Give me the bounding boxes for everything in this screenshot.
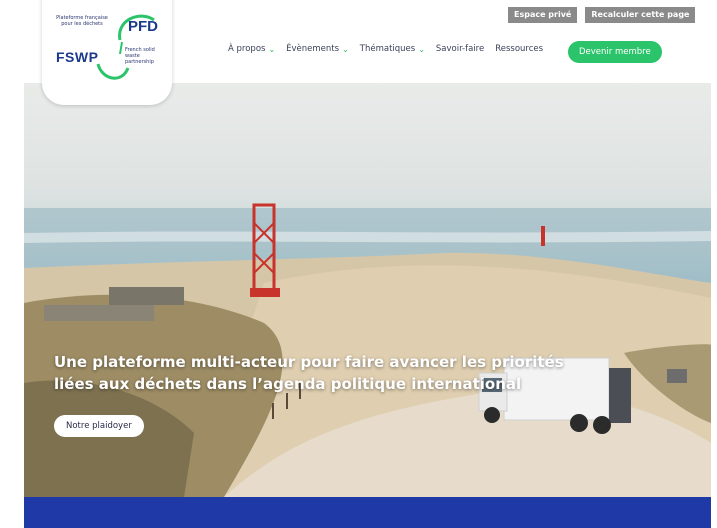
become-member-button[interactable]: Devenir membre	[568, 41, 662, 63]
nav-item-label: Thématiques	[359, 44, 416, 54]
nav-item-label: Évènements	[286, 44, 340, 54]
nav-item-a-propos[interactable]: À propos ⌄	[228, 44, 275, 54]
recalculate-page-button[interactable]: Recalculer cette page	[585, 7, 696, 23]
chevron-down-icon: ⌄	[418, 44, 425, 54]
nav-item-label: Savoir-faire	[435, 44, 485, 54]
nav-item-label: À propos	[228, 44, 266, 54]
chevron-down-icon: ⌄	[268, 44, 276, 54]
logo-pfd: PFD	[128, 18, 158, 35]
nav-item-thematiques[interactable]: Thématiques ⌄	[360, 44, 425, 54]
main-nav: À propos ⌄ Évènements ⌄ Thématiques ⌄ Sa…	[228, 44, 543, 54]
private-space-button[interactable]: Espace privé	[508, 7, 578, 23]
advocacy-button[interactable]: Notre plaidoyer	[54, 415, 144, 437]
hero-headline-line-2: liées aux déchets dans l’agenda politiqu…	[54, 375, 522, 393]
blue-band	[24, 497, 711, 528]
hero-headline-line-1: Une plateforme multi-acteur pour faire a…	[54, 353, 564, 371]
nav-item-label: Ressources	[495, 44, 544, 54]
nav-item-ressources[interactable]: Ressources	[495, 44, 543, 54]
utility-bar: Espace privé Recalculer cette page	[508, 7, 696, 23]
nav-item-savoir-faire[interactable]: Savoir-faire	[436, 44, 484, 54]
logo-pfd-text: Plateforme française pour les déchets	[56, 15, 108, 27]
hero-headline: Une plateforme multi-acteur pour faire a…	[54, 351, 614, 395]
logo-fswp: FSWP	[56, 49, 99, 65]
hero-banner: Une plateforme multi-acteur pour faire a…	[24, 83, 711, 497]
chevron-down-icon: ⌄	[342, 44, 349, 54]
logo-fswp-text: French solid waste partnership	[125, 47, 155, 65]
site-logo[interactable]: Plateforme française pour les déchets PF…	[42, 0, 172, 105]
nav-item-evenements[interactable]: Évènements ⌄	[286, 44, 349, 54]
